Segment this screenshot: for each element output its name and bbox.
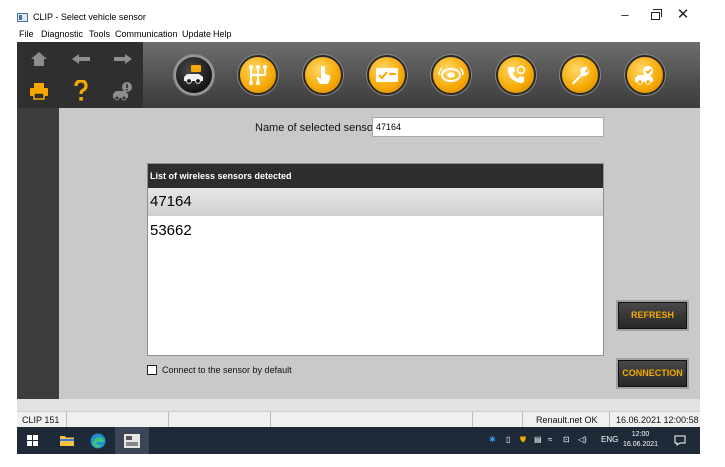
home-button[interactable]	[18, 43, 59, 75]
navigation-panel	[17, 42, 143, 108]
minimize-button[interactable]: –	[610, 4, 640, 26]
status-bar: CLIP 151 Renault.net OK 16.06.2021 12:00…	[17, 411, 700, 428]
status-cell-empty	[169, 412, 271, 428]
checklist-tool-button[interactable]	[367, 55, 407, 95]
status-cell-empty	[271, 412, 473, 428]
menu-file[interactable]: File	[19, 29, 34, 39]
menu-diagnostic[interactable]: Diagnostic	[41, 29, 83, 39]
wrench-tool-button[interactable]	[560, 55, 600, 95]
checklist-icon	[376, 68, 398, 82]
selected-sensor-label: Name of selected sensor	[255, 122, 377, 134]
touch-test-icon	[316, 66, 331, 84]
maximize-button[interactable]	[640, 4, 670, 26]
connect-default-option[interactable]: Connect to the sensor by default	[147, 365, 292, 375]
input-language[interactable]: ENG	[601, 435, 618, 444]
left-side-panel	[17, 108, 59, 399]
file-explorer-button[interactable]	[54, 427, 80, 454]
clock-time: 12:00	[631, 431, 650, 438]
selected-sensor-field[interactable]: 47164	[372, 117, 604, 137]
status-datetime: 16.06.2021 12:00:58	[616, 415, 699, 425]
edge-browser-button[interactable]	[85, 427, 111, 454]
main-toolbar	[17, 42, 700, 108]
file-explorer-icon	[60, 436, 74, 446]
app-window-icon	[17, 13, 28, 22]
vehicle-warning-icon	[112, 82, 132, 101]
question-icon	[73, 80, 88, 101]
device-icon[interactable]: ▤	[534, 435, 542, 444]
forward-button[interactable]	[102, 43, 143, 75]
clip-app-icon	[124, 433, 140, 448]
car-tool-icon	[635, 66, 653, 85]
sensor-list-item[interactable]: 53662	[148, 217, 603, 245]
taskbar-clock[interactable]: 12:00 16.06.2021	[623, 430, 658, 450]
arrow-left-icon	[71, 54, 90, 64]
tire-sensor-tool-button[interactable]	[431, 55, 471, 95]
tire-sensor-icon	[438, 67, 464, 82]
volume-icon[interactable]: ◁)	[578, 435, 587, 444]
wireless-sensor-list: List of wireless sensors detected 47164 …	[147, 163, 604, 356]
usb-device-icon[interactable]: ▯	[506, 435, 510, 444]
home-icon	[30, 52, 47, 66]
status-network: Renault.net OK	[523, 412, 610, 428]
notification-center-button[interactable]	[669, 427, 691, 454]
content-footer-strip	[17, 399, 700, 411]
network-icon[interactable]: ⊡	[563, 435, 570, 444]
refresh-button[interactable]: REFRESH	[616, 300, 689, 331]
touch-test-tool-button[interactable]	[303, 55, 343, 95]
status-cell-empty	[473, 412, 523, 428]
select-sensor-panel: Name of selected sensor 47164 List of wi…	[59, 108, 700, 399]
printer-icon	[29, 83, 48, 100]
vehicle-sensor-icon	[184, 65, 203, 84]
close-button[interactable]: ✕	[668, 4, 698, 26]
vehicle-sensor-tool-button[interactable]	[174, 55, 214, 95]
connect-default-label: Connect to the sensor by default	[162, 365, 292, 375]
phone-support-tool-button[interactable]	[496, 55, 536, 95]
vehicle-warning-button[interactable]	[102, 75, 143, 107]
menu-bar: File Diagnostic Tools Communication Upda…	[0, 28, 725, 42]
bluetooth-icon[interactable]: ✱	[489, 435, 496, 444]
sensor-list-item[interactable]: 47164	[148, 188, 603, 216]
back-button[interactable]	[60, 43, 101, 75]
connect-default-checkbox[interactable]	[147, 365, 157, 375]
connection-button[interactable]: CONNECTION	[616, 358, 689, 389]
notification-icon	[674, 435, 686, 446]
menu-tools[interactable]: Tools	[89, 29, 110, 39]
menu-update[interactable]: Update	[182, 29, 211, 39]
menu-help[interactable]: Help	[213, 29, 232, 39]
menu-communication[interactable]: Communication	[115, 29, 178, 39]
restore-icon	[650, 9, 662, 20]
car-tool-button[interactable]	[625, 55, 665, 95]
status-clip-version: CLIP 151	[17, 412, 67, 428]
window-title: CLIP - Select vehicle sensor	[33, 12, 146, 22]
security-shield-icon[interactable]: ⛊	[520, 435, 526, 445]
help-button[interactable]	[60, 75, 101, 107]
network-disconnected-icon[interactable]: ≈	[548, 435, 552, 444]
arrow-right-icon	[113, 54, 132, 64]
status-cell-empty	[67, 412, 169, 428]
gearbox-tool-button[interactable]	[238, 55, 278, 95]
print-button[interactable]	[18, 75, 59, 107]
clip-app-taskbar-button[interactable]	[115, 427, 149, 454]
start-button[interactable]	[19, 427, 45, 454]
phone-support-icon	[508, 65, 526, 83]
gearbox-icon	[249, 65, 267, 85]
right-margin	[700, 42, 725, 399]
clock-date: 16.06.2021	[623, 441, 659, 448]
clip-app-window: CLIP - Select vehicle sensor – ✕ File Di…	[0, 0, 725, 467]
windows-taskbar: ✱ ▯ ⛊ ▤ ≈ ⊡ ◁) ENG 12:00 16.06.2021	[17, 427, 700, 454]
sensor-list-header: List of wireless sensors detected	[148, 164, 603, 188]
edge-browser-icon	[90, 433, 106, 448]
windows-start-icon	[26, 435, 38, 446]
title-bar: CLIP - Select vehicle sensor – ✕	[0, 0, 725, 28]
wrench-icon	[572, 66, 590, 85]
